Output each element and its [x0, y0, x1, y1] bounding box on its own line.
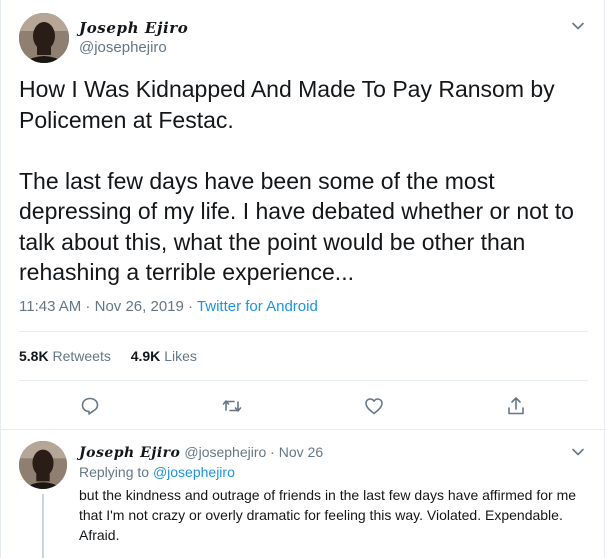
mention-link[interactable]: @josephejiro	[153, 464, 235, 480]
tweet-text: but the kindness and outrage of friends …	[79, 487, 577, 543]
user-handle[interactable]: @josephejiro	[184, 444, 266, 460]
meta-separator: ·	[183, 298, 197, 315]
display-name[interactable]: Joseph Ejiro	[79, 19, 188, 37]
replying-to: Replying to @josephejiro	[79, 464, 235, 480]
meta-separator: ·	[266, 444, 279, 460]
retweets-stat[interactable]: 5.8K Retweets	[19, 348, 111, 364]
tweet-date[interactable]: Nov 26, 2019	[95, 298, 184, 315]
tweet-date[interactable]: Nov 26	[279, 444, 323, 460]
chevron-down-icon[interactable]	[569, 443, 587, 461]
likes-count: 4.9K	[130, 348, 161, 364]
meta-separator: ·	[81, 298, 95, 315]
tweet-text: How I Was Kidnapped And Made To Pay Rans…	[19, 76, 574, 285]
chevron-down-icon[interactable]	[569, 17, 587, 35]
reply-header: Joseph Ejiro @josephejiro · Nov 26	[79, 444, 323, 461]
avatar[interactable]	[19, 441, 67, 489]
likes-stat[interactable]: 4.9K Likes	[131, 348, 197, 364]
reply-icon[interactable]	[79, 395, 101, 417]
divider	[19, 331, 588, 332]
avatar[interactable]	[19, 13, 69, 63]
retweet-icon[interactable]	[221, 395, 243, 417]
main-tweet: Joseph Ejiro @josephejiro How I Was Kidn…	[1, 0, 606, 430]
tweet-frame: Joseph Ejiro @josephejiro How I Was Kidn…	[0, 0, 606, 558]
share-icon[interactable]	[505, 395, 527, 417]
tweet-timestamp: 11:43 AM · Nov 26, 2019 · Twitter for An…	[19, 298, 318, 315]
retweets-count: 5.8K	[19, 348, 49, 364]
tweet-source-link[interactable]: Twitter for Android	[197, 298, 318, 315]
divider	[19, 380, 588, 381]
tweet-stats: 5.8K Retweets 4.9K Likes	[19, 348, 213, 364]
likes-label: Likes	[164, 348, 197, 364]
heart-icon[interactable]	[363, 395, 385, 417]
reply-tweet[interactable]: Joseph Ejiro @josephejiro · Nov 26 Replyi…	[1, 431, 606, 558]
thread-line	[42, 494, 44, 558]
user-handle[interactable]: @josephejiro	[79, 39, 167, 56]
display-name[interactable]: Joseph Ejiro	[79, 445, 180, 461]
replying-label: Replying to	[79, 464, 153, 480]
tweet-time[interactable]: 11:43 AM	[19, 298, 81, 315]
retweets-label: Retweets	[52, 348, 111, 364]
